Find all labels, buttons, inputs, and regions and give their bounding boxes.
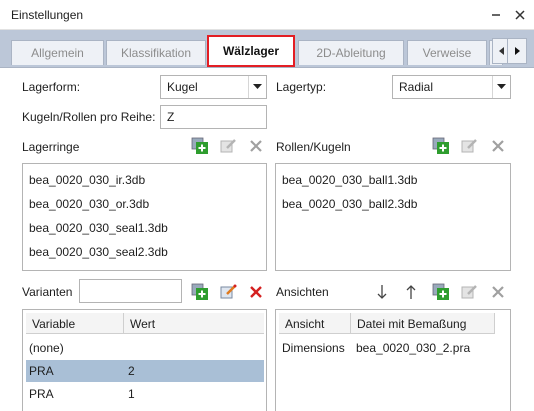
- list-item[interactable]: bea_0020_030_ball1.3db: [282, 173, 417, 187]
- minimize-button[interactable]: [486, 5, 506, 25]
- lagerform-value: Kugel: [167, 80, 198, 94]
- delete-icon: [250, 140, 262, 152]
- delete-variante-button[interactable]: [247, 283, 265, 301]
- delete-ansicht-button[interactable]: [489, 283, 507, 301]
- delete-lagerring-button[interactable]: [247, 137, 265, 155]
- tab-verweise[interactable]: Verweise: [407, 40, 487, 65]
- edit-lagerring-button[interactable]: [219, 137, 237, 155]
- chevron-down-icon: [492, 76, 510, 98]
- delete-rolle-button[interactable]: [489, 137, 507, 155]
- arrow-down-icon: [377, 285, 387, 299]
- cell-variable: PRA: [29, 364, 54, 378]
- edit-icon: [461, 139, 477, 153]
- edit-icon: [220, 284, 237, 299]
- kugeln-label: Kugeln/Rollen pro Reihe:: [22, 110, 156, 124]
- table-row[interactable]: Dimensions bea_0020_030_2.pra: [279, 337, 495, 359]
- varianten-label: Varianten: [22, 285, 73, 299]
- rollen-list[interactable]: bea_0020_030_ball1.3db bea_0020_030_ball…: [275, 163, 511, 271]
- grid-header: Ansicht Datei mit Bemaßung: [279, 313, 495, 334]
- table-row[interactable]: PRA 1: [26, 383, 264, 405]
- arrow-up-icon: [406, 285, 416, 299]
- grid-header: Variable Wert: [26, 313, 264, 334]
- ansichten-label: Ansichten: [276, 285, 329, 299]
- window-title: Einstellungen: [11, 8, 84, 22]
- list-item[interactable]: bea_0020_030_seal2.3db: [29, 245, 168, 259]
- cell-variable: PRA: [29, 387, 54, 401]
- list-item[interactable]: bea_0020_030_seal1.3db: [29, 221, 168, 235]
- tab-waelzlager[interactable]: Wälzlager: [207, 35, 295, 67]
- edit-variante-button[interactable]: [219, 283, 237, 301]
- lagertyp-select[interactable]: Radial: [392, 75, 511, 99]
- arrow-right-icon: [515, 47, 520, 55]
- add-rolle-button[interactable]: [432, 137, 450, 155]
- table-row[interactable]: PRA 2: [26, 360, 264, 382]
- minimize-icon: [492, 14, 500, 16]
- add-icon: [432, 283, 449, 300]
- lagerform-select[interactable]: Kugel: [160, 75, 267, 99]
- varianten-grid[interactable]: Variable Wert (none) PRA 2 PRA 1: [22, 309, 267, 411]
- tab-allgemein[interactable]: Allgemein: [11, 40, 104, 65]
- lagerringe-label: Lagerringe: [22, 140, 80, 154]
- add-icon: [432, 137, 449, 154]
- list-item[interactable]: bea_0020_030_ball2.3db: [282, 197, 417, 211]
- tab-scroll-right-button[interactable]: [507, 38, 527, 64]
- close-icon: [515, 10, 525, 20]
- ansichten-grid[interactable]: Ansicht Datei mit Bemaßung Dimensions be…: [275, 309, 511, 411]
- rollen-label: Rollen/Kugeln: [276, 140, 351, 154]
- cell-wert: 1: [128, 387, 135, 401]
- add-icon: [191, 137, 208, 154]
- kugeln-input[interactable]: Z: [160, 105, 267, 129]
- lagertyp-label: Lagertyp:: [276, 80, 327, 94]
- close-button[interactable]: [510, 5, 530, 25]
- table-row[interactable]: (none): [26, 337, 264, 359]
- delete-icon: [492, 140, 504, 152]
- edit-icon: [461, 285, 477, 299]
- column-header-variable[interactable]: Variable: [26, 313, 124, 334]
- cell-datei: bea_0020_030_2.pra: [356, 341, 471, 355]
- delete-icon: [250, 286, 262, 298]
- edit-rolle-button[interactable]: [460, 137, 478, 155]
- lagertyp-value: Radial: [399, 80, 434, 94]
- add-variante-button[interactable]: [191, 283, 209, 301]
- move-up-button[interactable]: [402, 283, 420, 301]
- edit-icon: [220, 139, 236, 153]
- arrow-left-icon: [499, 47, 504, 55]
- edit-ansicht-button[interactable]: [460, 283, 478, 301]
- cell-variable: (none): [29, 341, 64, 355]
- list-item[interactable]: bea_0020_030_ir.3db: [29, 173, 145, 187]
- cell-ansicht: Dimensions: [282, 341, 345, 355]
- add-ansicht-button[interactable]: [432, 283, 450, 301]
- add-icon: [191, 283, 208, 300]
- add-lagerring-button[interactable]: [191, 137, 209, 155]
- column-header-wert[interactable]: Wert: [124, 313, 264, 334]
- column-header-datei[interactable]: Datei mit Bemaßung: [351, 313, 495, 334]
- cell-wert: 2: [128, 364, 135, 378]
- lagerringe-list[interactable]: bea_0020_030_ir.3db bea_0020_030_or.3db …: [22, 163, 267, 271]
- tab-klassifikation[interactable]: Klassifikation: [106, 40, 206, 65]
- column-header-ansicht[interactable]: Ansicht: [279, 313, 351, 334]
- move-down-button[interactable]: [373, 283, 391, 301]
- chevron-down-icon: [248, 76, 266, 98]
- lagerform-label: Lagerform:: [22, 80, 81, 94]
- list-item[interactable]: bea_0020_030_or.3db: [29, 197, 149, 211]
- tab-2d-ableitung[interactable]: 2D-Ableitung: [298, 40, 404, 65]
- varianten-input[interactable]: [79, 279, 182, 303]
- delete-icon: [492, 286, 504, 298]
